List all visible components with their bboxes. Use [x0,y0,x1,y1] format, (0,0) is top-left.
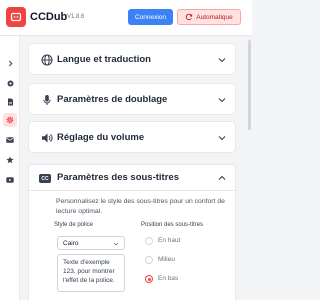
sidebar-item-settings[interactable] [3,113,17,127]
section-description: Personnalisez le style des sous-titres p… [56,198,225,215]
star-icon [6,156,14,164]
login-button-label: Connexion [134,13,167,21]
section-title: Réglage du volume [57,132,145,143]
radio-button[interactable] [145,237,153,245]
radio-label: Milieu [158,256,175,263]
record-icon [7,80,13,86]
chevron-down-icon [218,98,226,103]
auto-mode-button[interactable]: Automatique [177,9,241,25]
app-version: V1.8.6 [67,14,85,20]
refresh-icon [186,13,193,21]
radio-label: En bas [158,275,179,282]
sidebar-item-favorites[interactable] [3,153,17,167]
font-preview-box: Texte d'exemple 123, pour montrer l'effe… [57,254,125,292]
chevron-up-icon[interactable] [218,174,226,182]
chevron-down-icon [218,136,226,141]
auto-mode-label: Automatique [196,13,233,21]
radio-button[interactable] [145,256,153,264]
volume-icon [42,133,53,143]
radio-label: En haut [158,237,181,244]
chevron-right-icon [8,60,13,66]
section-title[interactable]: Paramètres des sous-titres [57,172,179,183]
sidebar-item-document[interactable] [3,95,17,109]
globe-icon [41,54,53,66]
sidebar-item-record[interactable] [3,76,17,90]
sidebar [0,36,20,300]
login-button[interactable]: Connexion [128,9,173,25]
top-bar: CCDub V1.8.6 Connexion Automatique [0,0,252,36]
font-style-select[interactable]: Cairo [57,236,125,250]
app-logo-icon [6,7,26,27]
sidebar-item-mail[interactable] [3,133,17,147]
mail-icon [6,137,14,143]
app-title: CCDub [30,11,68,23]
font-style-value: Cairo [63,240,79,247]
section-language-translation[interactable]: Langue et traduction [28,43,236,75]
radio-button-selected[interactable] [145,275,153,283]
microphone-icon [43,95,51,105]
subtitle-position-label: Position des sous-titres [141,222,204,228]
closed-captions-icon: CC [39,174,51,183]
expand-sidebar-button[interactable] [3,56,17,70]
divider [29,190,235,191]
document-icon [7,98,13,106]
gear-icon [6,116,14,124]
section-dubbing-settings[interactable]: Paramètres de doublage [28,83,236,115]
video-icon [6,177,14,183]
scrollbar-thumb[interactable] [248,40,251,130]
section-title: Paramètres de doublage [57,94,168,105]
section-volume[interactable]: Réglage du volume [28,121,236,153]
sidebar-item-video[interactable] [3,173,17,187]
section-title: Langue et traduction [57,54,151,65]
chevron-down-icon [113,242,119,246]
chevron-down-icon [218,58,226,63]
font-style-label: Style de police [54,222,94,228]
